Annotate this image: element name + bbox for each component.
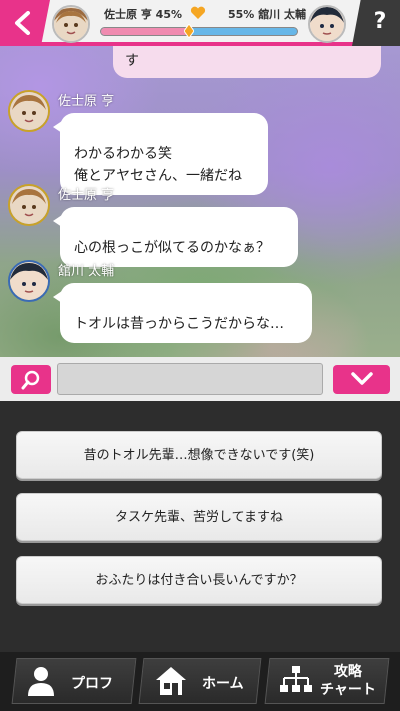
- nav-chart-label: 攻略 チャート: [320, 664, 376, 698]
- help-button[interactable]: ?: [352, 0, 400, 46]
- search-button[interactable]: [11, 365, 51, 394]
- reply-choice[interactable]: タスケ先輩、苦労してますね: [16, 493, 382, 541]
- reply-choice-label: タスケ先輩、苦労してますね: [115, 510, 283, 525]
- house-icon: [156, 667, 186, 695]
- chat-area[interactable]: す 佐士原 亨 わかるわかる笑 俺とアヤセさん、一緒だね 佐士原 亨 心の根っこ…: [0, 46, 400, 357]
- message-sender-name: 佐士原 亨: [58, 94, 115, 109]
- right-character-avatar: [308, 5, 346, 43]
- nav-chart-button[interactable]: 攻略 チャート: [264, 658, 390, 704]
- nav-profile-label: プロフ: [71, 676, 113, 692]
- message-sender-name: 佐士原 亨: [58, 188, 115, 203]
- reply-choice-label: 昔のトオル先輩…想像できないです(笑): [83, 448, 315, 463]
- nav-home-label: ホーム: [202, 676, 244, 692]
- affinity-marker-icon: [184, 24, 195, 38]
- question-icon: ?: [373, 9, 387, 34]
- message-avatar[interactable]: [8, 184, 50, 226]
- search-input[interactable]: [57, 363, 323, 395]
- reply-choice-label: おふたりは付き合い長いんですか？: [95, 573, 303, 588]
- message-text: トオルは昔っからこうだからな…: [74, 316, 284, 332]
- search-bar: [0, 357, 400, 401]
- person-icon: [28, 667, 54, 696]
- back-button[interactable]: [0, 0, 50, 46]
- message-sender-name: 舘川 太輔: [58, 264, 115, 279]
- nav-home-button[interactable]: ホーム: [138, 658, 262, 704]
- player-message-bubble: す: [113, 46, 381, 78]
- message-avatar[interactable]: [8, 260, 50, 302]
- affinity-bar: [100, 27, 298, 36]
- reply-choices: 昔のトオル先輩…想像できないです(笑) タスケ先輩、苦労してますね おふたりは付…: [0, 401, 400, 652]
- header: 佐士原 亨 45% 55% 舘川 太輔 ?: [0, 0, 400, 46]
- player-message-text: す: [125, 53, 139, 69]
- chevron-left-icon: [15, 11, 30, 35]
- magnifier-icon: [21, 370, 40, 390]
- collapse-button[interactable]: [333, 365, 390, 394]
- left-character-avatar: [52, 5, 90, 43]
- affinity-bar-left-fill: [101, 28, 190, 35]
- right-affinity-label: 55% 舘川 太輔: [228, 8, 306, 21]
- heart-icon: [190, 6, 206, 19]
- bottom-nav: プロフ ホーム 攻略 チャート: [0, 652, 400, 711]
- message-text: 心の根っこが似てるのかなぁ？: [74, 240, 270, 256]
- message-avatar[interactable]: [8, 90, 50, 132]
- message-bubble: 心の根っこが似てるのかなぁ？: [53, 207, 298, 267]
- message-bubble: トオルは昔っからこうだからな…: [53, 283, 312, 343]
- message-text: わかるわかる笑 俺とアヤセさん、一緒だね: [74, 146, 242, 184]
- nav-profile-button[interactable]: プロフ: [11, 658, 137, 704]
- flowchart-icon: [280, 666, 312, 692]
- chevron-down-icon: [351, 372, 373, 385]
- reply-choice[interactable]: おふたりは付き合い長いんですか？: [16, 556, 382, 604]
- left-affinity-label: 佐士原 亨 45%: [104, 8, 182, 21]
- reply-choice[interactable]: 昔のトオル先輩…想像できないです(笑): [16, 431, 382, 479]
- message-bubble: わかるわかる笑 俺とアヤセさん、一緒だね: [53, 113, 268, 195]
